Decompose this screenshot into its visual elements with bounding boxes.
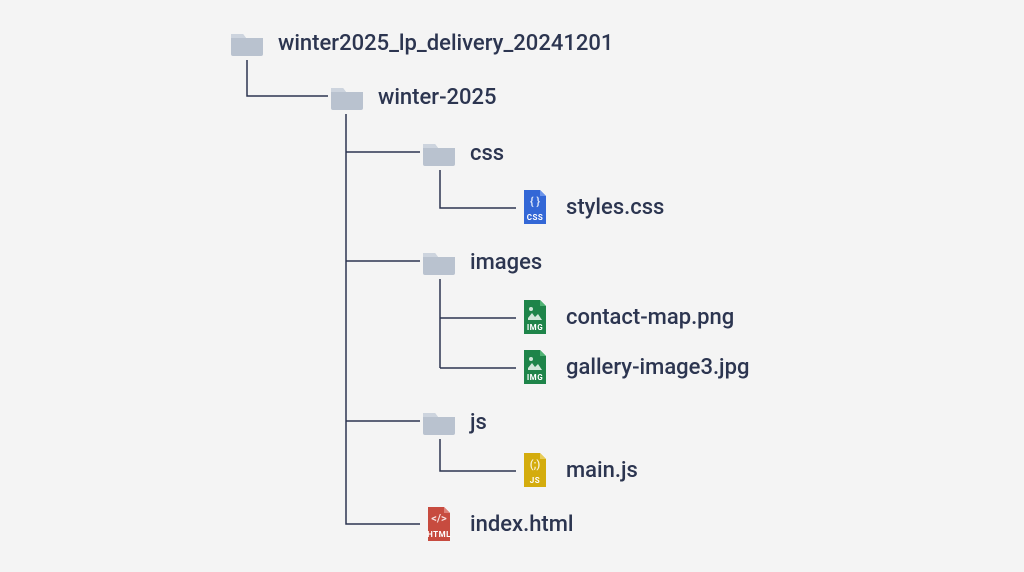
file-index-html: </> HTML index.html [420,505,574,543]
file-badge: CSS [516,213,554,222]
folder-icon [328,78,366,116]
image-file-icon: IMG [516,298,554,336]
folder-label: winter-2025 [378,85,497,110]
folder-icon [420,243,458,281]
folder-css: css [420,134,504,172]
file-label: gallery-image3.jpg [566,355,749,380]
file-label: main.js [566,458,638,483]
css-file-icon: { } CSS [516,188,554,226]
file-label: index.html [470,512,574,537]
file-contact-map: IMG contact-map.png [516,298,734,336]
folder-label: css [470,141,504,166]
folder-js: js [420,403,487,441]
file-badge: JS [516,476,554,485]
file-badge: IMG [516,373,554,382]
file-badge: HTML [420,530,458,539]
file-tree-diagram: winter2025_lp_delivery_20241201 winter-2… [0,0,1024,572]
file-badge: IMG [516,323,554,332]
folder-winter-2025: winter-2025 [328,78,497,116]
folder-icon [228,24,266,62]
file-symbol: (;) [516,458,554,471]
file-gallery-image3: IMG gallery-image3.jpg [516,348,749,386]
folder-root: winter2025_lp_delivery_20241201 [228,24,613,62]
tree-connectors [0,0,1024,572]
html-file-icon: </> HTML [420,505,458,543]
file-styles-css: { } CSS styles.css [516,188,664,226]
file-symbol: </> [420,512,458,525]
file-main-js: (;) JS main.js [516,451,638,489]
folder-label: images [470,250,542,275]
js-file-icon: (;) JS [516,451,554,489]
folder-icon [420,403,458,441]
file-symbol: { } [516,195,554,208]
file-label: styles.css [566,195,664,220]
folder-images: images [420,243,542,281]
file-label: contact-map.png [566,305,734,330]
image-file-icon: IMG [516,348,554,386]
folder-icon [420,134,458,172]
folder-label: js [470,410,487,435]
folder-label: winter2025_lp_delivery_20241201 [278,31,613,56]
